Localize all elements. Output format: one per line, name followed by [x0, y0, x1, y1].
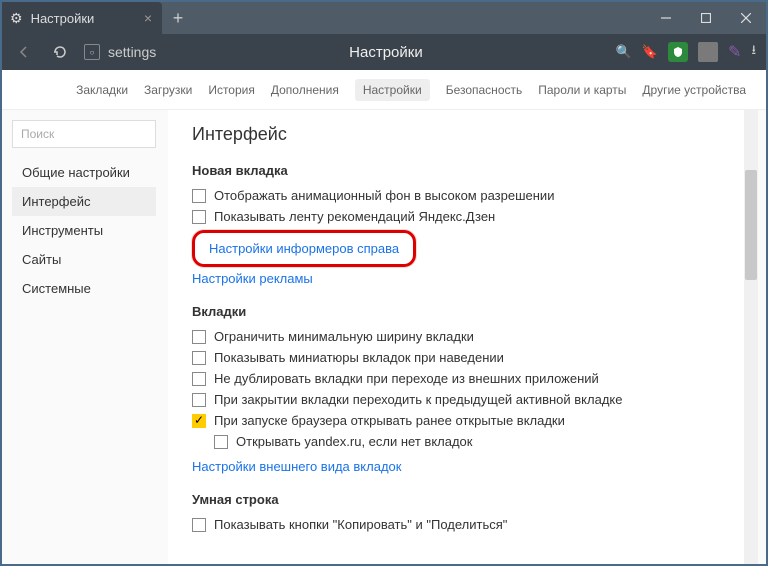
close-tab-icon[interactable]: ×: [144, 10, 152, 26]
page-body: Поиск Общие настройки Интерфейс Инструме…: [2, 110, 766, 564]
topnav-passwords[interactable]: Пароли и карты: [538, 83, 626, 97]
sidebar-item-interface[interactable]: Интерфейс: [12, 187, 156, 216]
download-icon[interactable]: ⭳: [751, 41, 756, 63]
settings-content: Интерфейс Новая вкладка Отображать анима…: [168, 110, 758, 564]
tab-title: Настройки: [31, 11, 95, 26]
chk-min-width-box[interactable]: [192, 330, 206, 344]
link-ad-settings[interactable]: Настройки рекламы: [192, 271, 313, 286]
chk-anim-bg-box[interactable]: [192, 189, 206, 203]
topnav-addons[interactable]: Дополнения: [271, 83, 339, 97]
new-tab-button[interactable]: +: [162, 8, 194, 29]
sidebar-item-sites[interactable]: Сайты: [12, 245, 156, 274]
section-smartbar-title: Умная строка: [192, 492, 734, 507]
chk-anim-bg[interactable]: Отображать анимационный фон в высоком ра…: [192, 188, 734, 203]
sidebar-item-general[interactable]: Общие настройки: [12, 158, 156, 187]
chk-tab-thumbs-box[interactable]: [192, 351, 206, 365]
minimize-button[interactable]: [646, 2, 686, 34]
chk-zen-feed[interactable]: Показывать ленту рекомендаций Яндекс.Дзе…: [192, 209, 734, 224]
site-info-icon[interactable]: ○: [84, 44, 100, 60]
settings-sidebar: Поиск Общие настройки Интерфейс Инструме…: [12, 110, 156, 564]
protect-icon[interactable]: [668, 42, 688, 62]
search-icon[interactable]: 🔍: [616, 44, 632, 60]
chk-restore-tabs[interactable]: При запуске браузера открывать ранее отк…: [192, 413, 734, 428]
chk-restore-tabs-box[interactable]: [192, 414, 206, 428]
sidebar-search-input[interactable]: Поиск: [12, 120, 156, 148]
extension-icon[interactable]: [698, 42, 718, 62]
url-text: settings: [108, 44, 156, 60]
feather-icon[interactable]: ✎: [728, 42, 741, 62]
settings-top-nav: Закладки Загрузки История Дополнения Нас…: [2, 70, 766, 110]
topnav-devices[interactable]: Другие устройства: [642, 83, 746, 97]
back-button[interactable]: [12, 40, 36, 64]
page-title: Настройки: [168, 44, 603, 61]
section-newtab-title: Новая вкладка: [192, 163, 734, 178]
chk-copy-share-box[interactable]: [192, 518, 206, 532]
maximize-button[interactable]: [686, 2, 726, 34]
chk-min-width[interactable]: Ограничить минимальную ширину вкладки: [192, 329, 734, 344]
content-heading: Интерфейс: [192, 124, 734, 145]
gear-icon: ⚙: [10, 10, 23, 27]
address-bar: ○ settings Настройки 🔍 🔖 ✎ ⭳: [2, 34, 766, 70]
link-tab-appearance[interactable]: Настройки внешнего вида вкладок: [192, 459, 401, 474]
reload-button[interactable]: [48, 40, 72, 64]
topnav-history[interactable]: История: [208, 83, 255, 97]
scrollbar-thumb[interactable]: [745, 170, 757, 280]
chk-close-prev-box[interactable]: [192, 393, 206, 407]
url-box[interactable]: ○ settings: [84, 44, 156, 60]
sidebar-item-tools[interactable]: Инструменты: [12, 216, 156, 245]
section-tabs-title: Вкладки: [192, 304, 734, 319]
sidebar-item-system[interactable]: Системные: [12, 274, 156, 303]
chk-no-duplicate-box[interactable]: [192, 372, 206, 386]
highlight-annotation: Настройки информеров справа: [192, 230, 416, 267]
window-titlebar: ⚙ Настройки × +: [2, 2, 766, 34]
topnav-downloads[interactable]: Загрузки: [144, 83, 192, 97]
link-informers-settings[interactable]: Настройки информеров справа: [209, 241, 399, 256]
bookmark-icon[interactable]: 🔖: [642, 44, 658, 60]
browser-tab[interactable]: ⚙ Настройки ×: [2, 2, 162, 34]
chk-close-prev[interactable]: При закрытии вкладки переходить к предыд…: [192, 392, 734, 407]
chk-open-yandex[interactable]: Открывать yandex.ru, если нет вкладок: [214, 434, 734, 449]
content-scrollbar[interactable]: [744, 110, 758, 564]
topnav-security[interactable]: Безопасность: [446, 83, 523, 97]
topnav-bookmarks[interactable]: Закладки: [76, 83, 128, 97]
chk-zen-feed-box[interactable]: [192, 210, 206, 224]
chk-tab-thumbs[interactable]: Показывать миниатюры вкладок при наведен…: [192, 350, 734, 365]
close-window-button[interactable]: [726, 2, 766, 34]
chk-open-yandex-box[interactable]: [214, 435, 228, 449]
topnav-settings[interactable]: Настройки: [355, 79, 430, 101]
chk-no-duplicate[interactable]: Не дублировать вкладки при переходе из в…: [192, 371, 734, 386]
chk-copy-share[interactable]: Показывать кнопки "Копировать" и "Подели…: [192, 517, 734, 532]
